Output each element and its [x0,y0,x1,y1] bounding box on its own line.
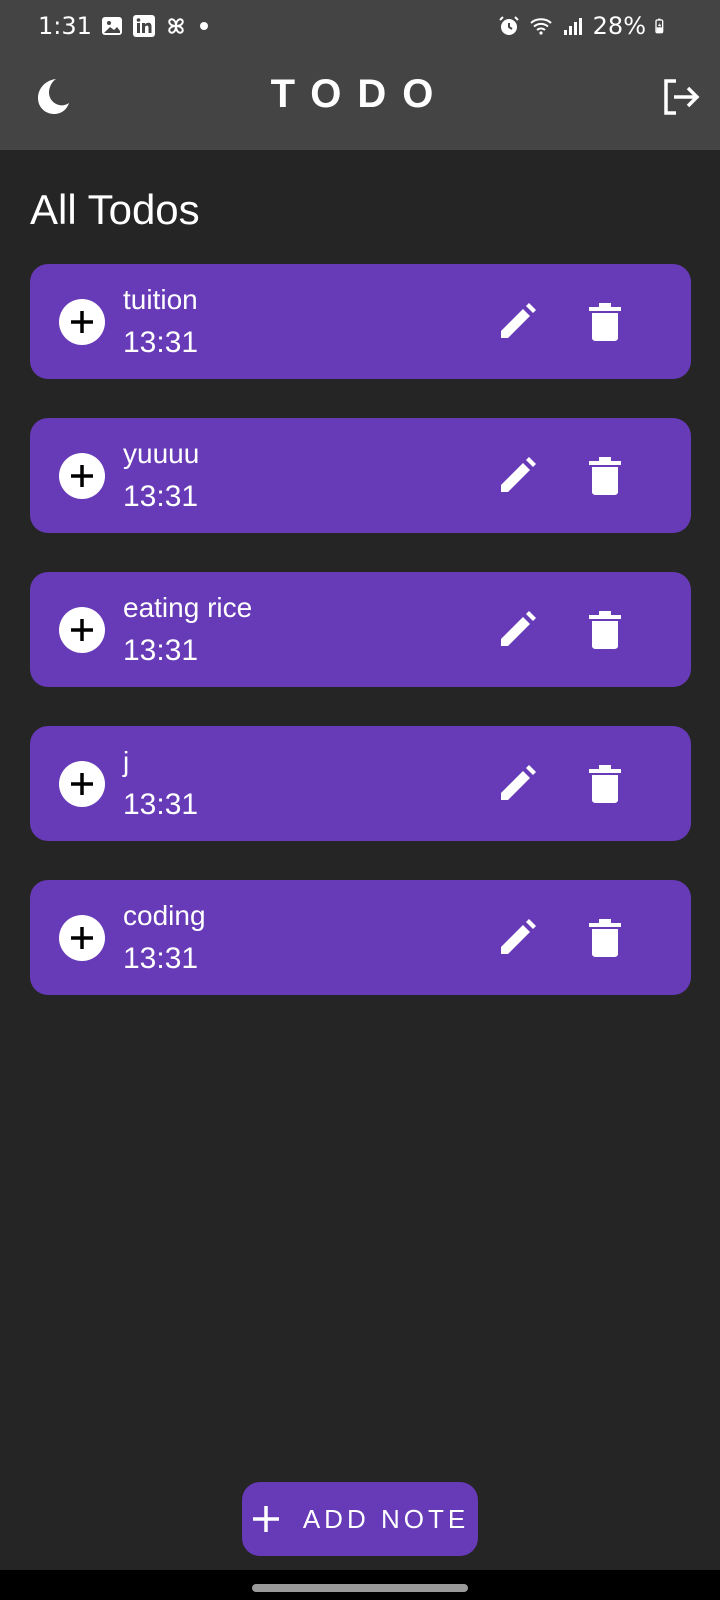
todo-title: yuuuu [123,438,200,469]
alarm-icon [498,16,519,35]
pencil-icon[interactable] [497,302,537,342]
more-notifications-dot [200,22,208,30]
system-navigation-bar [0,1570,720,1600]
battery-charging-icon [655,18,664,34]
battery-percent: 28% [592,12,646,40]
linkedin-icon [133,15,155,37]
pencil-icon[interactable] [497,456,537,496]
signal-icon [563,18,582,35]
trash-icon[interactable] [587,302,623,342]
trash-icon[interactable] [587,918,623,958]
todo-time: 13:31 [123,480,199,513]
todo-time: 13:31 [123,326,199,359]
todo-title: eating rice [123,592,253,623]
notification-icons [100,14,208,38]
plus-circle-icon[interactable] [59,453,105,499]
status-bar: 1:31 28% [0,0,720,52]
pinwheel-icon [168,18,184,34]
trash-icon[interactable] [587,610,623,650]
gallery-icon [102,17,122,35]
todo-card: eating rice 13:31 [30,572,691,687]
page-title: All Todos [30,186,200,233]
plus-circle-icon[interactable] [59,761,105,807]
pencil-icon[interactable] [497,610,537,650]
trash-icon[interactable] [587,456,623,496]
todo-title: coding [123,900,206,931]
pencil-icon[interactable] [497,764,537,804]
app-title: TODO [270,72,450,116]
add-note-label: ADD NOTE [302,1503,470,1534]
plus-circle-icon[interactable] [59,607,105,653]
todo-card: j 13:31 [30,726,691,841]
logout-icon[interactable] [660,76,702,118]
todo-time: 13:31 [123,634,199,667]
todo-card: coding 13:31 [30,880,691,995]
plus-circle-icon[interactable] [59,915,105,961]
home-gesture-handle[interactable] [252,1584,468,1592]
system-icons: 28% [497,12,670,40]
todo-time: 13:31 [123,788,199,821]
todo-card: tuition 13:31 [30,264,691,379]
todo-title: tuition [123,284,198,315]
pencil-icon[interactable] [497,918,537,958]
top-bar-background: 1:31 28% TODO [0,0,720,150]
trash-icon[interactable] [587,764,623,804]
status-time: 1:31 [38,12,92,40]
add-note-button[interactable]: ADD NOTE [242,1482,478,1556]
plus-circle-icon[interactable] [59,299,105,345]
todo-card: yuuuu 13:31 [30,418,691,533]
app-bar: TODO [0,52,720,150]
todo-title: j [123,746,130,777]
screen: 1:31 28% TODO All Todos tuition 13:31 yu… [0,0,720,1600]
todo-time: 13:31 [123,942,199,975]
plus-icon [252,1506,279,1532]
wifi-icon [529,18,552,35]
